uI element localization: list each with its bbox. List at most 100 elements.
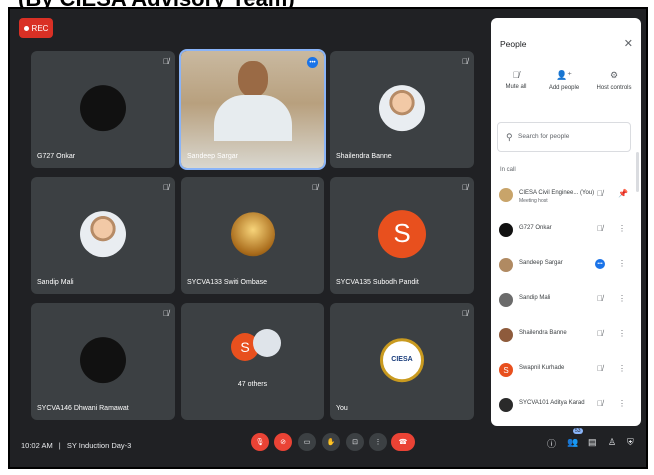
info-icon[interactable]: ⓘ	[547, 437, 556, 450]
avatar: S	[499, 363, 513, 377]
others-count: 47 others	[237, 381, 268, 388]
mic-off-icon[interactable]: 🎙̸	[597, 224, 603, 233]
mic-off-icon: 🎙̸	[462, 183, 468, 192]
participant-name: Shailendra Banne	[336, 153, 392, 160]
close-icon[interactable]: ✕	[624, 37, 633, 50]
participant-tile[interactable]: 🎙̸ S SYCVA135 Subodh Pandit	[330, 177, 474, 294]
participant-tile[interactable]: 🎙̸ Sandip Mali	[31, 177, 175, 294]
others-tile[interactable]: S 47 others	[181, 303, 324, 420]
avatar	[499, 223, 513, 237]
list-item[interactable]: CIESA Civil Enginee... (You) Meeting hos…	[491, 184, 641, 208]
raise-hand-button[interactable]: ✋	[322, 433, 340, 451]
mic-off-icon: 🎙̸	[163, 57, 169, 66]
participant-video	[181, 51, 324, 168]
clock-time: 10:02 AM	[21, 441, 53, 450]
more-vert-icon[interactable]: ⋮	[618, 294, 626, 303]
participant-tile[interactable]: 🎙̸ SYCVA133 Switi Ombase	[181, 177, 324, 294]
meeting-name: SY Induction Day-3	[66, 441, 132, 450]
mute-all-button[interactable]: 🎙̸ Mute all	[491, 70, 541, 90]
search-icon: ⚲	[506, 132, 513, 142]
present-button[interactable]: ⊡	[346, 433, 364, 451]
more-options-button[interactable]: ⋮	[369, 433, 387, 451]
more-vert-icon[interactable]: ⋮	[618, 399, 626, 408]
participant-tile[interactable]: 🎙̸ Shailendra Banne	[330, 51, 474, 168]
list-item[interactable]: Sandeep Sargar ••• ⋮	[491, 254, 641, 278]
recording-badge: REC	[19, 18, 53, 38]
host-controls-button[interactable]: ⚙ Host controls	[589, 70, 639, 91]
participant-name: SYCVA133 Switi Ombase	[187, 279, 268, 286]
activities-icon[interactable]: ♙	[608, 437, 616, 448]
avatar: S	[378, 209, 426, 258]
captions-button[interactable]: ▭	[298, 433, 316, 451]
participant-name: SYCVA146 Dhwani Ramawat	[37, 405, 129, 412]
avatar	[80, 210, 126, 257]
in-call-heading: In call	[500, 167, 516, 173]
mic-off-icon[interactable]: 🎙̸	[597, 364, 603, 373]
hang-up-icon: ☎	[398, 439, 408, 446]
mic-off-icon: 🎙̸	[462, 57, 468, 66]
more-options-icon[interactable]: •••	[307, 57, 318, 68]
list-item[interactable]: G727 Onkar 🎙̸ ⋮	[491, 219, 641, 243]
mic-off-icon: 🎙̸	[163, 309, 169, 318]
participant-tile[interactable]: ••• Sandeep Sargar	[179, 49, 326, 170]
avatar	[379, 84, 425, 131]
chat-icon[interactable]: ▤	[588, 437, 597, 448]
pin-icon[interactable]: 📌	[618, 189, 628, 198]
self-tile[interactable]: 🎙̸ CIESA You	[330, 303, 474, 420]
host-controls-icon: ⚙	[609, 70, 619, 80]
avatar	[230, 211, 275, 256]
avatar	[499, 293, 513, 307]
participant-name: You	[336, 405, 348, 412]
hand-icon: ✋	[326, 439, 336, 446]
mic-off-icon[interactable]: 🎙̸	[597, 189, 603, 198]
mic-off-icon: 🎙	[255, 439, 265, 446]
shield-icon[interactable]: ⛨	[627, 437, 634, 448]
recording-label: REC	[31, 23, 49, 33]
camera-off-icon: ⊘	[280, 439, 286, 446]
mic-off-icon: 🎙̸	[312, 183, 318, 192]
list-item[interactable]: SYCVA101 Aditya Karad 🎙̸ ⋮	[491, 394, 641, 418]
participant-name: Sandip Mali	[37, 279, 74, 286]
participant-tile[interactable]: 🎙̸ SYCVA146 Dhwani Ramawat	[31, 303, 175, 420]
meeting-info: 10:02 AM | SY Induction Day-3	[21, 441, 131, 450]
more-vert-icon[interactable]: ⋮	[618, 259, 626, 268]
list-item[interactable]: Sandip Mali 🎙̸ ⋮	[491, 289, 641, 313]
list-item[interactable]: S Swapnil Kurhade 🎙̸ ⋮	[491, 359, 641, 383]
participant-tile[interactable]: 🎙̸ G727 Onkar	[31, 51, 175, 168]
add-person-icon: 👤⁺	[556, 70, 572, 80]
list-item[interactable]: Shailendra Banne 🎙̸ ⋮	[491, 324, 641, 348]
mic-off-icon[interactable]: 🎙̸	[597, 399, 603, 408]
mic-off-icon[interactable]: 🎙̸	[597, 329, 603, 338]
people-count-badge: 53	[573, 428, 583, 434]
avatar	[499, 258, 513, 272]
avatar	[499, 328, 513, 342]
leave-call-button[interactable]: ☎	[391, 433, 415, 451]
mic-off-icon: 🎙̸	[462, 309, 468, 318]
more-vert-icon[interactable]: ⋮	[618, 364, 626, 373]
search-input[interactable]: ⚲ Search for people	[497, 122, 631, 152]
mic-off-icon[interactable]: 🎙̸	[597, 294, 603, 303]
mic-off-icon: 🎙̸	[512, 70, 520, 80]
add-people-button[interactable]: 👤⁺ Add people	[539, 70, 589, 91]
people-icon[interactable]: 👥	[567, 437, 578, 448]
mic-toggle-button[interactable]: 🎙	[251, 433, 269, 451]
avatar	[499, 188, 513, 202]
search-placeholder: Search for people	[518, 133, 570, 140]
avatar	[499, 398, 513, 412]
participant-name: G727 Onkar	[37, 153, 76, 160]
separator: |	[58, 441, 61, 450]
avatar	[253, 329, 281, 357]
more-vert-icon[interactable]: ⋮	[618, 224, 626, 233]
captions-icon: ▭	[303, 439, 311, 446]
speaking-icon: •••	[595, 259, 605, 269]
avatar	[80, 336, 126, 383]
more-vert-icon[interactable]: ⋮	[618, 329, 626, 338]
mic-off-icon: 🎙̸	[163, 183, 169, 192]
avatar	[80, 84, 126, 131]
meet-window: REC 🎙̸ G727 Onkar ••• Sandeep Sargar 🎙̸ …	[8, 7, 648, 469]
participant-name: Sandeep Sargar	[187, 153, 238, 160]
participant-name: SYCVA135 Subodh Pandit	[336, 279, 419, 286]
panel-title: People	[500, 39, 527, 49]
record-dot-icon	[23, 25, 29, 31]
camera-toggle-button[interactable]: ⊘	[274, 433, 292, 451]
